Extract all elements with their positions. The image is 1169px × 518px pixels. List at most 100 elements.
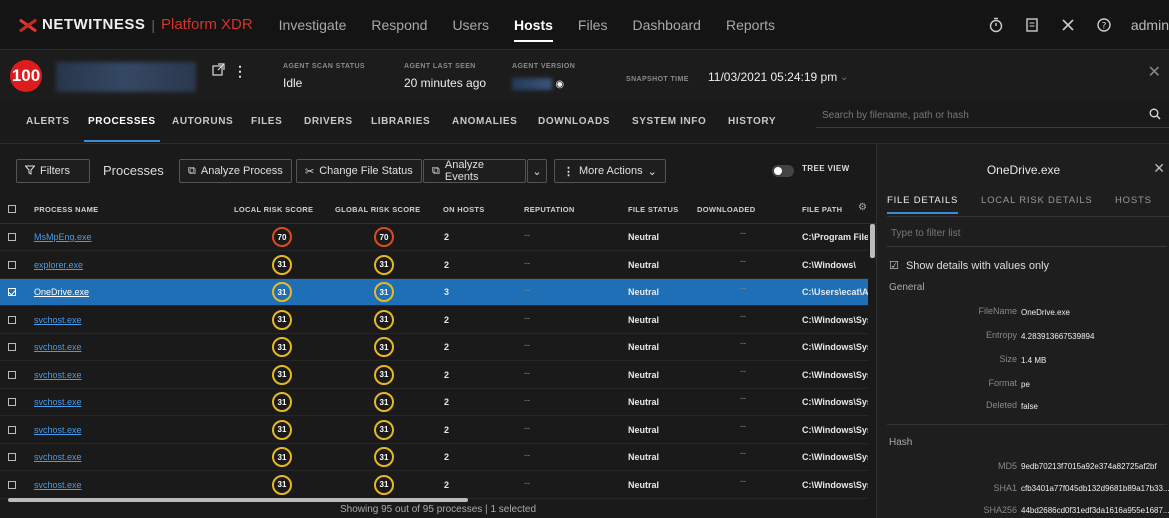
column-local-risk-score[interactable]: LOCAL RISK SCORE xyxy=(234,205,313,214)
help-icon[interactable]: ? xyxy=(1089,10,1119,40)
search-placeholder: Search by filename, path or hash xyxy=(822,110,969,121)
process-name-link[interactable]: explorer.exe xyxy=(34,260,83,270)
select-all-checkbox[interactable] xyxy=(8,205,16,213)
analyze-events-button[interactable]: ⧉ Analyze Events xyxy=(423,159,526,183)
downloaded-value: -- xyxy=(740,448,746,458)
row-checkbox[interactable] xyxy=(8,315,16,324)
vertical-scrollbar[interactable] xyxy=(870,224,875,258)
process-name-link[interactable]: OneDrive.exe xyxy=(34,287,89,297)
nav-investigate[interactable]: Investigate xyxy=(279,0,347,50)
tab-libraries[interactable]: LIBRARIES xyxy=(371,116,430,127)
row-checkbox[interactable] xyxy=(8,398,16,406)
analyze-events-dropdown[interactable]: ⌄ xyxy=(527,159,547,183)
tab-system-info[interactable]: SYSTEM INFO xyxy=(632,116,706,127)
column-reputation[interactable]: REPUTATION xyxy=(524,205,575,214)
notepad-icon[interactable] xyxy=(1017,10,1047,40)
reputation-value: -- xyxy=(524,257,530,268)
brand-logo[interactable]: NETWITNESS | Platform XDR xyxy=(16,0,253,50)
row-checkbox[interactable] xyxy=(8,343,16,351)
tab-drivers[interactable]: DRIVERS xyxy=(304,116,353,127)
close-icon[interactable]: ✕ xyxy=(1148,62,1161,82)
tab-autoruns[interactable]: AUTORUNS xyxy=(172,116,233,127)
search-icon[interactable] xyxy=(1149,108,1161,123)
row-checkbox[interactable] xyxy=(8,480,16,489)
agent-version: AGENT VERSION ◉ xyxy=(512,63,576,90)
detail-value: 4.283913667539894 xyxy=(1021,332,1095,341)
version-info-icon[interactable]: ◉ xyxy=(555,79,564,90)
tab-files[interactable]: FILES xyxy=(251,116,282,127)
table-row[interactable]: explorer.exe 31 31 2 -- Neutral -- C:\Windows\ xyxy=(0,252,868,279)
snapshot-label: SNAPSHOT TIME xyxy=(626,76,689,83)
column-process-name[interactable]: PROCESS NAME xyxy=(34,205,98,214)
hash-value: 44bd2686cd0f31edf3da1616a955e1687... xyxy=(1021,506,1169,515)
process-name-link[interactable]: svchost.exe xyxy=(34,425,82,435)
row-checkbox[interactable] xyxy=(8,425,16,434)
table-row[interactable]: svchost.exe 31 31 2 -- Neutral -- C:\Windows\Sy… xyxy=(0,444,868,471)
process-name-link[interactable]: svchost.exe xyxy=(34,342,82,352)
process-name-link[interactable]: svchost.exe xyxy=(34,480,82,490)
change-file-status-button[interactable]: ✂ Change File Status xyxy=(296,159,422,183)
show-values-only-checkbox[interactable]: ☑ Show details with values only xyxy=(889,259,1049,272)
tools-icon[interactable] xyxy=(1053,10,1083,40)
tab-anomalies[interactable]: ANOMALIES xyxy=(452,116,517,127)
more-options-icon: ⋮ xyxy=(563,165,574,178)
process-name-link[interactable]: svchost.exe xyxy=(34,397,82,407)
column-file-path[interactable]: FILE PATH xyxy=(802,205,842,214)
row-checkbox[interactable] xyxy=(8,260,16,269)
nav-files[interactable]: Files xyxy=(578,0,608,50)
row-checkbox[interactable] xyxy=(8,453,16,461)
file-status-value: Neutral xyxy=(628,452,660,462)
tab-file-details[interactable]: FILE DETAILS xyxy=(887,195,959,214)
tab-history[interactable]: HISTORY xyxy=(728,116,776,127)
table-row[interactable]: svchost.exe 31 31 2 -- Neutral -- C:\Windows\Sy… xyxy=(0,472,868,499)
tree-view-label: TREE VIEW xyxy=(802,164,850,173)
filter-list-input[interactable]: Type to filter list xyxy=(891,228,960,239)
nav-hosts[interactable]: Hosts xyxy=(514,0,553,50)
row-checkbox[interactable] xyxy=(8,233,16,241)
close-icon[interactable]: ✕ xyxy=(1153,160,1165,177)
detail-value: pe xyxy=(1021,380,1030,389)
process-name-link[interactable]: svchost.exe xyxy=(34,370,82,380)
detail-key: Size xyxy=(999,354,1017,364)
table-row[interactable]: svchost.exe 31 31 2 -- Neutral -- C:\Windows\Sy… xyxy=(0,307,868,334)
tab-hosts[interactable]: HOSTS xyxy=(1115,195,1152,206)
more-actions-button[interactable]: ⋮ More Actions ⌄ xyxy=(554,159,666,183)
file-path-value: C:\Windows\Syst xyxy=(802,452,868,462)
nav-reports[interactable]: Reports xyxy=(726,0,775,50)
table-row[interactable]: svchost.exe 31 31 2 -- Neutral -- C:\Windows\Sy… xyxy=(0,362,868,389)
filters-button[interactable]: Filters xyxy=(16,159,90,183)
table-row[interactable]: svchost.exe 31 31 2 -- Neutral -- C:\Windows\Sy… xyxy=(0,389,868,416)
column-on-hosts[interactable]: ON HOSTS xyxy=(443,205,485,214)
row-checkbox[interactable] xyxy=(8,288,16,296)
tab-alerts[interactable]: ALERTS xyxy=(26,116,70,127)
column-file-status[interactable]: FILE STATUS xyxy=(628,205,679,214)
user-menu[interactable]: admin xyxy=(1131,17,1169,33)
table-row[interactable]: OneDrive.exe 31 31 3 -- Neutral -- C:\Users\eca… xyxy=(0,279,868,306)
tree-view-toggle[interactable] xyxy=(772,165,794,177)
snapshot-time-select[interactable]: 11/03/2021 05:24:19 pm xyxy=(708,70,837,84)
tab-downloads[interactable]: DOWNLOADS xyxy=(538,116,610,127)
analyze-process-button[interactable]: ⧉ Analyze Process xyxy=(179,159,292,183)
process-name-link[interactable]: svchost.exe xyxy=(34,452,82,462)
nav-respond[interactable]: Respond xyxy=(371,0,427,50)
process-name-link[interactable]: MsMpEng.exe xyxy=(34,232,92,242)
nav-users[interactable]: Users xyxy=(452,0,489,50)
search-input[interactable]: Search by filename, path or hash xyxy=(816,104,1169,128)
table-row[interactable]: svchost.exe 31 31 2 -- Neutral -- C:\Windows\Sy… xyxy=(0,334,868,361)
column-global-risk-score[interactable]: GLOBAL RISK SCORE xyxy=(335,205,420,214)
more-options-icon[interactable]: ⋮ xyxy=(233,63,247,80)
table-row[interactable]: svchost.exe 31 31 2 -- Neutral -- C:\Windows\Sy… xyxy=(0,417,868,444)
table-row[interactable]: MsMpEng.exe 70 70 2 -- Neutral -- C:\Program Fi… xyxy=(0,224,868,251)
gear-icon[interactable]: ⚙ xyxy=(858,202,867,213)
horizontal-scrollbar[interactable] xyxy=(8,498,468,502)
tab-local-risk-details[interactable]: LOCAL RISK DETAILS xyxy=(981,195,1093,206)
file-path-value: C:\Windows\Syst xyxy=(802,424,868,435)
row-checkbox[interactable] xyxy=(8,370,16,379)
process-name-link[interactable]: svchost.exe xyxy=(34,315,82,325)
column-downloaded[interactable]: DOWNLOADED xyxy=(697,205,755,214)
nav-dashboard[interactable]: Dashboard xyxy=(632,0,701,50)
timer-icon[interactable] xyxy=(981,10,1011,40)
chevron-down-icon[interactable]: ⌄ xyxy=(840,72,848,83)
tab-processes[interactable]: PROCESSES xyxy=(84,116,160,142)
external-link-icon[interactable] xyxy=(212,63,225,79)
